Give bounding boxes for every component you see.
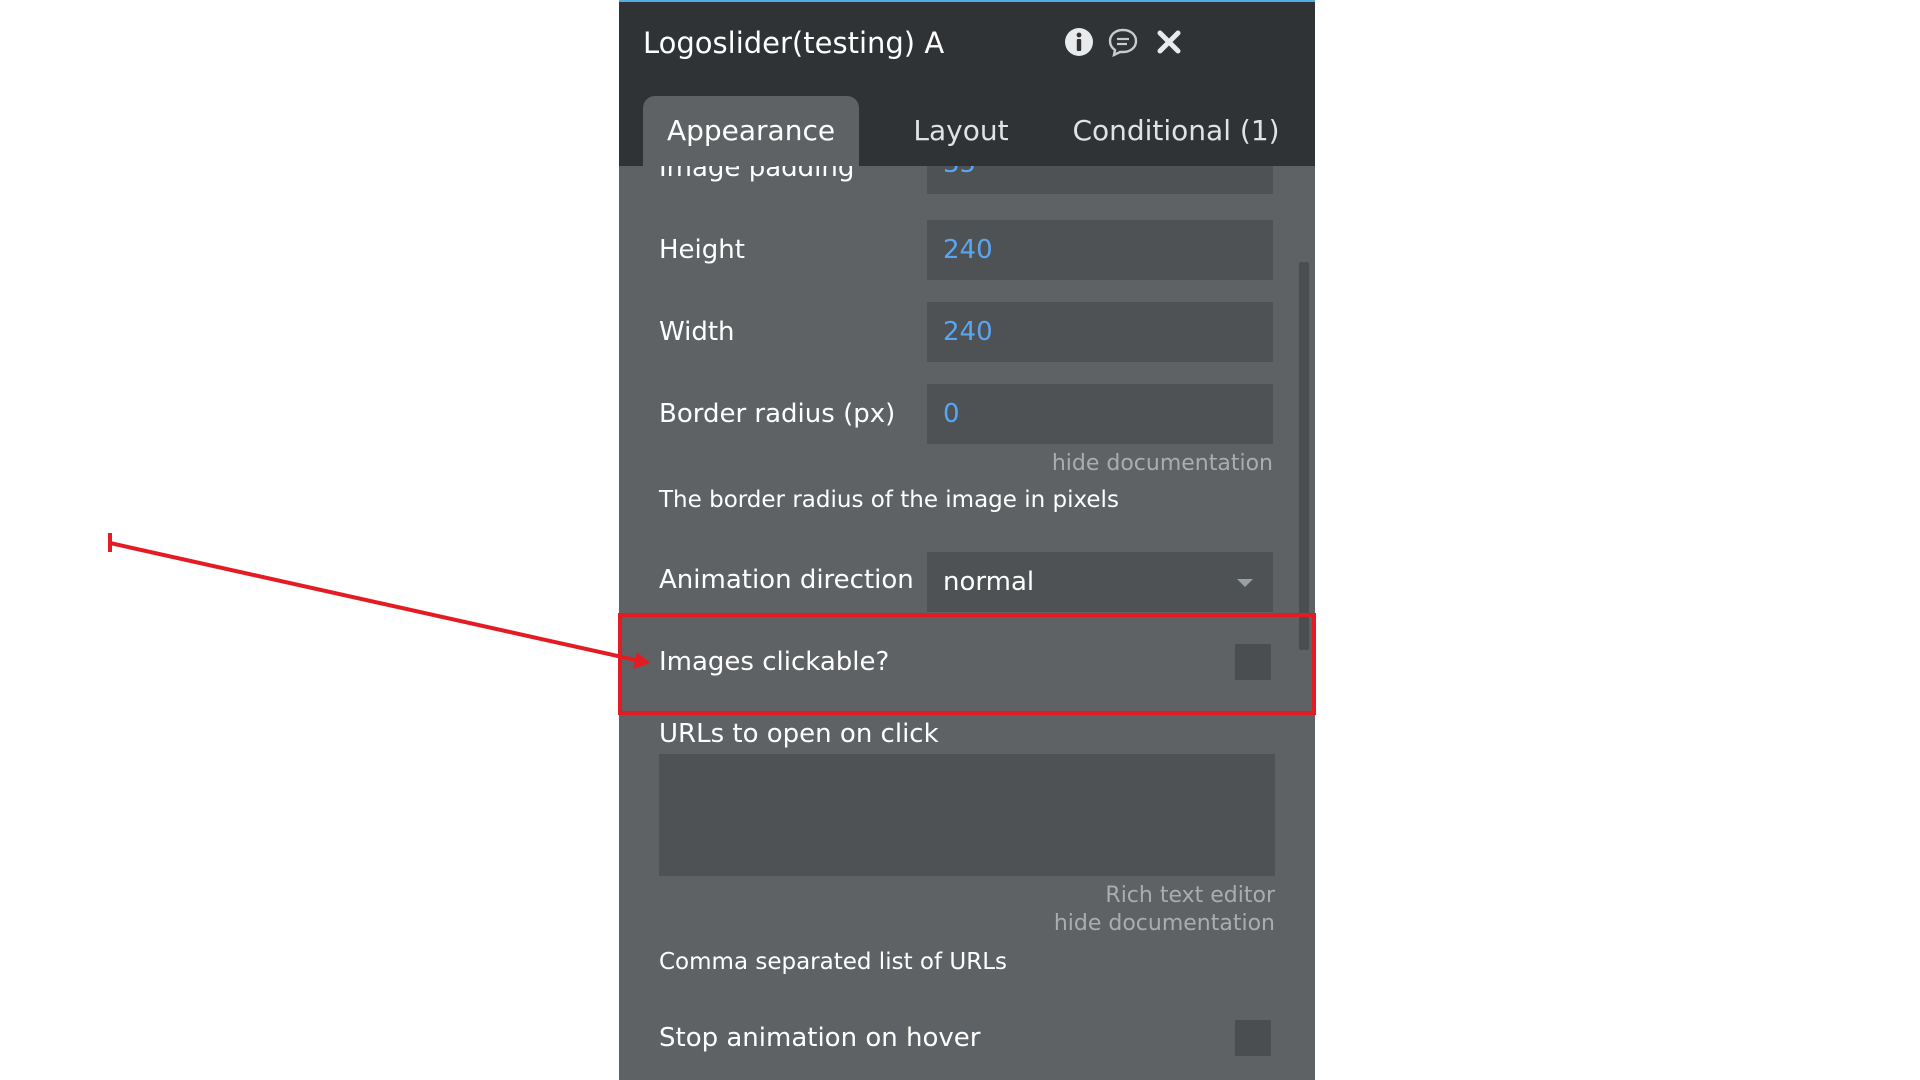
- border-radius-input[interactable]: [927, 384, 1273, 444]
- hide-documentation-link[interactable]: hide documentation: [1052, 450, 1273, 478]
- appearance-properties[interactable]: Image padding Height Width Border radius…: [619, 166, 1315, 1080]
- chevron-down-icon: [1237, 579, 1253, 587]
- panel-header[interactable]: Logoslider(testing) A: [619, 0, 1315, 82]
- stop-animation-checkbox[interactable]: [1235, 1020, 1271, 1056]
- stop-animation-label: Stop animation on hover: [659, 1023, 981, 1053]
- images-clickable-checkbox[interactable]: [1235, 644, 1271, 680]
- animation-direction-label: Animation direction: [659, 565, 914, 595]
- images-clickable-label: Images clickable?: [659, 647, 890, 677]
- scrollbar[interactable]: [1299, 262, 1309, 650]
- tab-layout[interactable]: Layout: [901, 96, 1021, 166]
- tab-bar: Appearance Layout Conditional (1): [619, 82, 1315, 166]
- width-input[interactable]: [927, 302, 1273, 362]
- animation-direction-value: normal: [943, 567, 1035, 597]
- tab-conditional[interactable]: Conditional (1): [1059, 96, 1293, 166]
- info-icon[interactable]: [1061, 24, 1097, 60]
- border-radius-doc-text: The border radius of the image in pixels: [659, 487, 1119, 513]
- height-input[interactable]: [927, 220, 1273, 280]
- close-icon[interactable]: [1151, 24, 1187, 60]
- comment-icon[interactable]: [1105, 24, 1141, 60]
- height-label: Height: [659, 235, 745, 265]
- animation-direction-dropdown[interactable]: normal: [927, 552, 1273, 612]
- border-radius-label: Border radius (px): [659, 399, 896, 429]
- image-padding-input[interactable]: [927, 166, 1273, 194]
- panel-title: Logoslider(testing) A: [643, 26, 945, 60]
- rich-text-editor-link[interactable]: Rich text editor: [1105, 882, 1275, 910]
- property-editor-panel: Logoslider(testing) A Appearance Layout: [619, 0, 1315, 1080]
- image-padding-label: Image padding: [659, 166, 855, 183]
- urls-label: URLs to open on click: [659, 719, 939, 749]
- hide-documentation-link[interactable]: hide documentation: [1054, 910, 1275, 938]
- tab-appearance[interactable]: Appearance: [643, 96, 859, 166]
- urls-doc-text: Comma separated list of URLs: [659, 949, 1007, 975]
- width-label: Width: [659, 317, 735, 347]
- urls-textarea[interactable]: [659, 754, 1275, 876]
